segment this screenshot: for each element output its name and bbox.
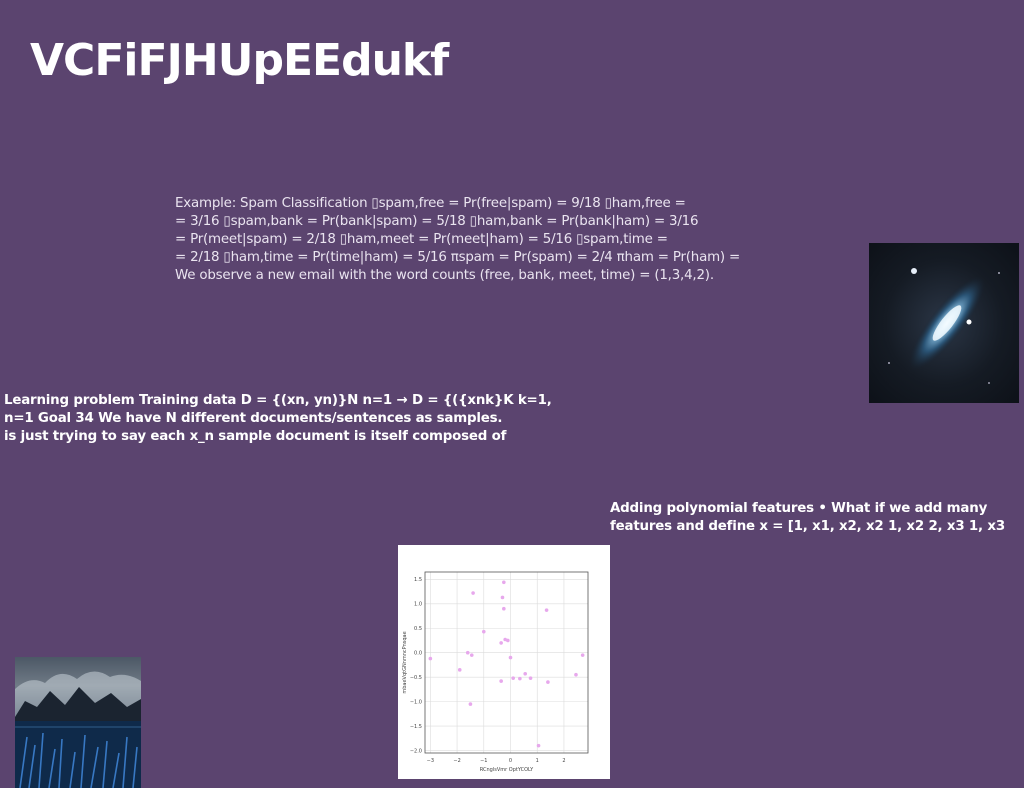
plot-grid [425,572,588,753]
plot-points [428,580,585,748]
learning-problem-text: Learning problem Training data D = {(xn,… [4,392,552,446]
scatter-point [500,595,505,600]
example-line: = 2/18 ▯ham,time = Pr(time|ham) = 5/16 π… [175,250,741,265]
scatter-point [508,655,513,660]
scatter-point [506,638,510,643]
scatter-plot-image: −3 −2 −1 0 1 2 −2.0 −1.5 −1.0 −0.5 0.0 0.5 1.0 1.5 RC… [398,545,610,779]
example-line: We observe a new email with the word cou… [175,268,714,283]
y-tick-label: 1.0 [414,602,422,608]
example-text-block: Example: Spam Classification ▯spam,free … [175,195,795,285]
y-tick-label: −1.5 [410,724,422,730]
learning-line: is just trying to say each x_n sample do… [4,429,507,444]
scatter-point [574,672,578,677]
scatter-point [580,653,585,657]
learning-line: n=1 Goal 34 We have N different document… [4,411,503,426]
scatter-point [502,606,506,611]
scatter-point [471,591,475,595]
y-tick-label: −1.0 [410,699,422,705]
poly-line: Adding polynomial features • What if we … [610,501,988,516]
x-tick-label: −1 [480,758,487,764]
scatter-point [546,680,550,684]
scatter-point [499,679,503,683]
scatter-point [468,702,473,706]
y-tick-label: 0.0 [414,651,422,657]
galaxy-image [869,243,1019,403]
y-tick-label: −0.5 [410,675,422,681]
y-tick-label: −2.0 [410,748,422,754]
mountain-graphic [15,671,141,788]
scatter-point [536,743,541,748]
x-tick-label: 2 [562,758,565,764]
scatter-point [469,653,474,657]
example-line: = Pr(meet|spam) = 2/18 ▯ham,meet = Pr(me… [175,232,668,247]
y-tick-label: 0.5 [414,626,422,632]
galaxy-graphic [888,268,1000,384]
polynomial-features-text: Adding polynomial features • What if we … [610,500,1024,536]
scatter-point [465,650,470,655]
plot-ticks: −3 −2 −1 0 1 2 −2.0 −1.5 −1.0 −0.5 0.0 0.5 1.0 1.5 [410,577,566,764]
y-tick-label: 1.5 [414,577,422,583]
example-line: = 3/16 ▯spam,bank = Pr(bank|spam) = 5/18… [175,214,699,229]
example-line: Example: Spam Classification ▯spam,free … [175,196,686,211]
scatter-point [502,580,506,585]
scatter-point [481,629,486,634]
scatter-point [528,676,533,680]
scatter-point [518,676,522,681]
scatter-point [511,676,515,680]
scatter-plot: −3 −2 −1 0 1 2 −2.0 −1.5 −1.0 −0.5 0.0 0.5 1.0 1.5 RC… [402,571,589,773]
scatter-point [428,656,433,661]
scatter-point [457,668,462,672]
slide-title: VCFiFJHUpEEdukf [30,35,449,86]
learning-line: Learning problem Training data D = {(xn,… [4,393,552,408]
poly-line: features and define x = [1, x1, x2, x2 1… [610,519,1005,534]
y-axis-label: mbaeVqtGNnmncPnsqae [402,631,408,693]
x-tick-label: −2 [453,758,460,764]
scatter-point [523,671,528,676]
scatter-point [544,608,549,612]
x-tick-label: 1 [536,758,539,764]
x-tick-label: 0 [509,758,512,764]
x-axis-label: RCnglsVmr OptYCOLY [480,767,534,773]
mountain-lake-image [15,657,141,788]
scatter-point [499,641,503,645]
x-tick-label: −3 [427,758,434,764]
